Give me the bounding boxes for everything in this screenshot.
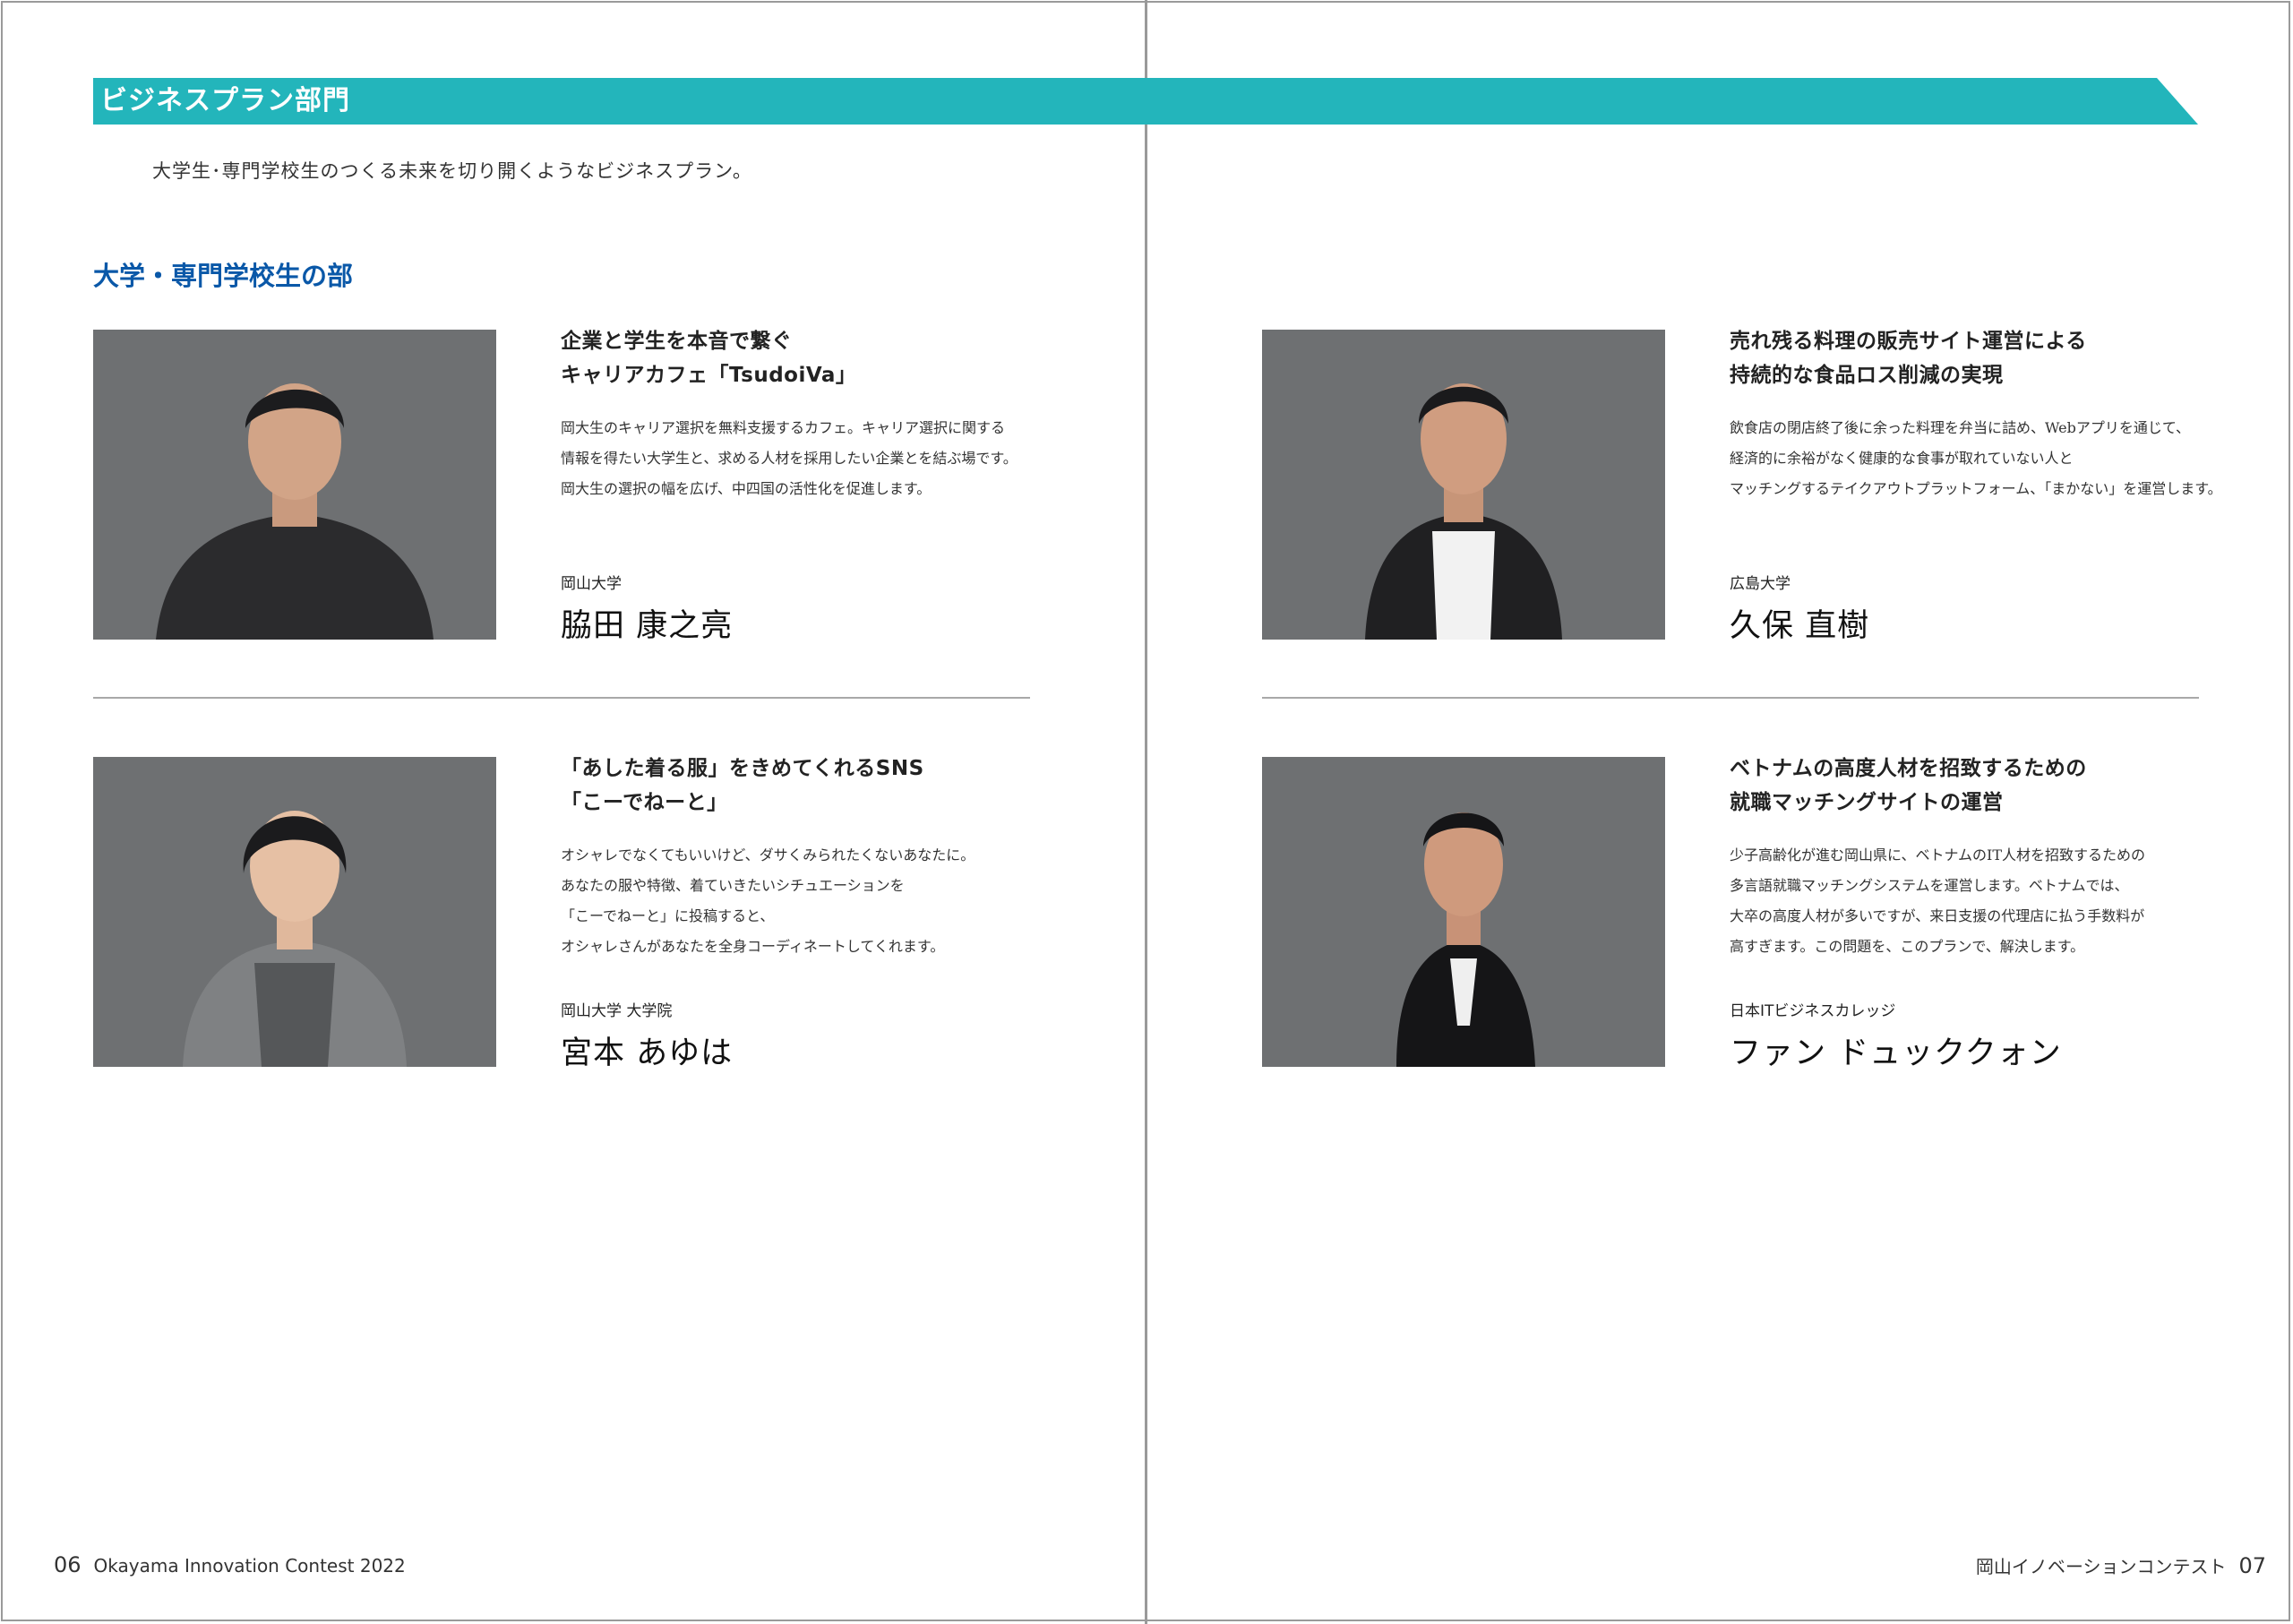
entrant-name: 宮本 あゆは — [561, 1035, 734, 1071]
page-number-right: 07 — [2238, 1553, 2266, 1578]
entrant-affiliation: 岡山大学 大学院 — [561, 1002, 673, 1020]
entry-title: 企業と学生を本音で繋ぐ キャリアカフェ「TsudoiVa」 — [561, 330, 857, 387]
footer-right-text: 岡山イノベーションコンテスト — [1975, 1556, 2227, 1577]
page-gutter — [1145, 0, 1147, 1624]
entrant-affiliation: 日本ITビジネスカレッジ — [1730, 1002, 1896, 1020]
footer-left: 06 Okayama Innovation Contest 2022 — [41, 1552, 406, 1577]
banner-title: ビジネスプラン部門 — [100, 85, 350, 116]
entry-divider — [1262, 697, 2199, 699]
section-banner — [93, 78, 2198, 125]
intro-text: 大学生･専門学校生のつくる未来を切り開くようなビジネスプラン。 — [152, 160, 752, 182]
footer-left-text: Okayama Innovation Contest 2022 — [93, 1555, 406, 1577]
entrant-name: 久保 直樹 — [1730, 608, 1870, 644]
entry-description: 少子高齢化が進む岡山県に、ベトナムのIT人材を招致するための 多言語就職マッチン… — [1730, 846, 2146, 955]
entry-divider — [93, 697, 1030, 699]
entry-description: 岡大生のキャリア選択を無料支援するカフェ。キャリア選択に関する 情報を得たい大学… — [561, 419, 1018, 497]
entrant-photo — [93, 757, 496, 1067]
entrant-affiliation: 岡山大学 — [561, 575, 622, 593]
footer-right: 岡山イノベーションコンテスト 07 — [1976, 1552, 2279, 1578]
entrant-photo — [93, 330, 496, 640]
entry-description: 飲食店の閉店終了後に余った料理を弁当に詰め、Webアプリを通じて、 経済的に余裕… — [1730, 419, 2222, 497]
category-title: 大学・専門学校生の部 — [93, 261, 354, 291]
entrant-photo — [1262, 757, 1665, 1067]
entrant-name: ファン ドュッククォン — [1730, 1035, 2062, 1071]
entry-title: ベトナムの高度人材を招致するための 就職マッチングサイトの運営 — [1730, 757, 2087, 814]
entry-title: 「あした着る服」をきめてくれるSNS 「こーでねーと」 — [561, 757, 924, 814]
entrant-name: 脇田 康之亮 — [561, 608, 734, 644]
brochure-spread: ビジネスプラン部門 大学生･専門学校生のつくる未来を切り開くようなビジネスプラン… — [0, 0, 2293, 1624]
entry-title: 売れ残る料理の販売サイト運営による 持続的な食品ロス削減の実現 — [1730, 330, 2087, 387]
entry-description: オシャレでなくてもいいけど、ダサくみられたくないあなたに。 あなたの服や特徴、着… — [561, 846, 975, 955]
entrant-affiliation: 広島大学 — [1730, 575, 1791, 593]
page-number-left: 06 — [54, 1552, 82, 1577]
entrant-photo — [1262, 330, 1665, 640]
